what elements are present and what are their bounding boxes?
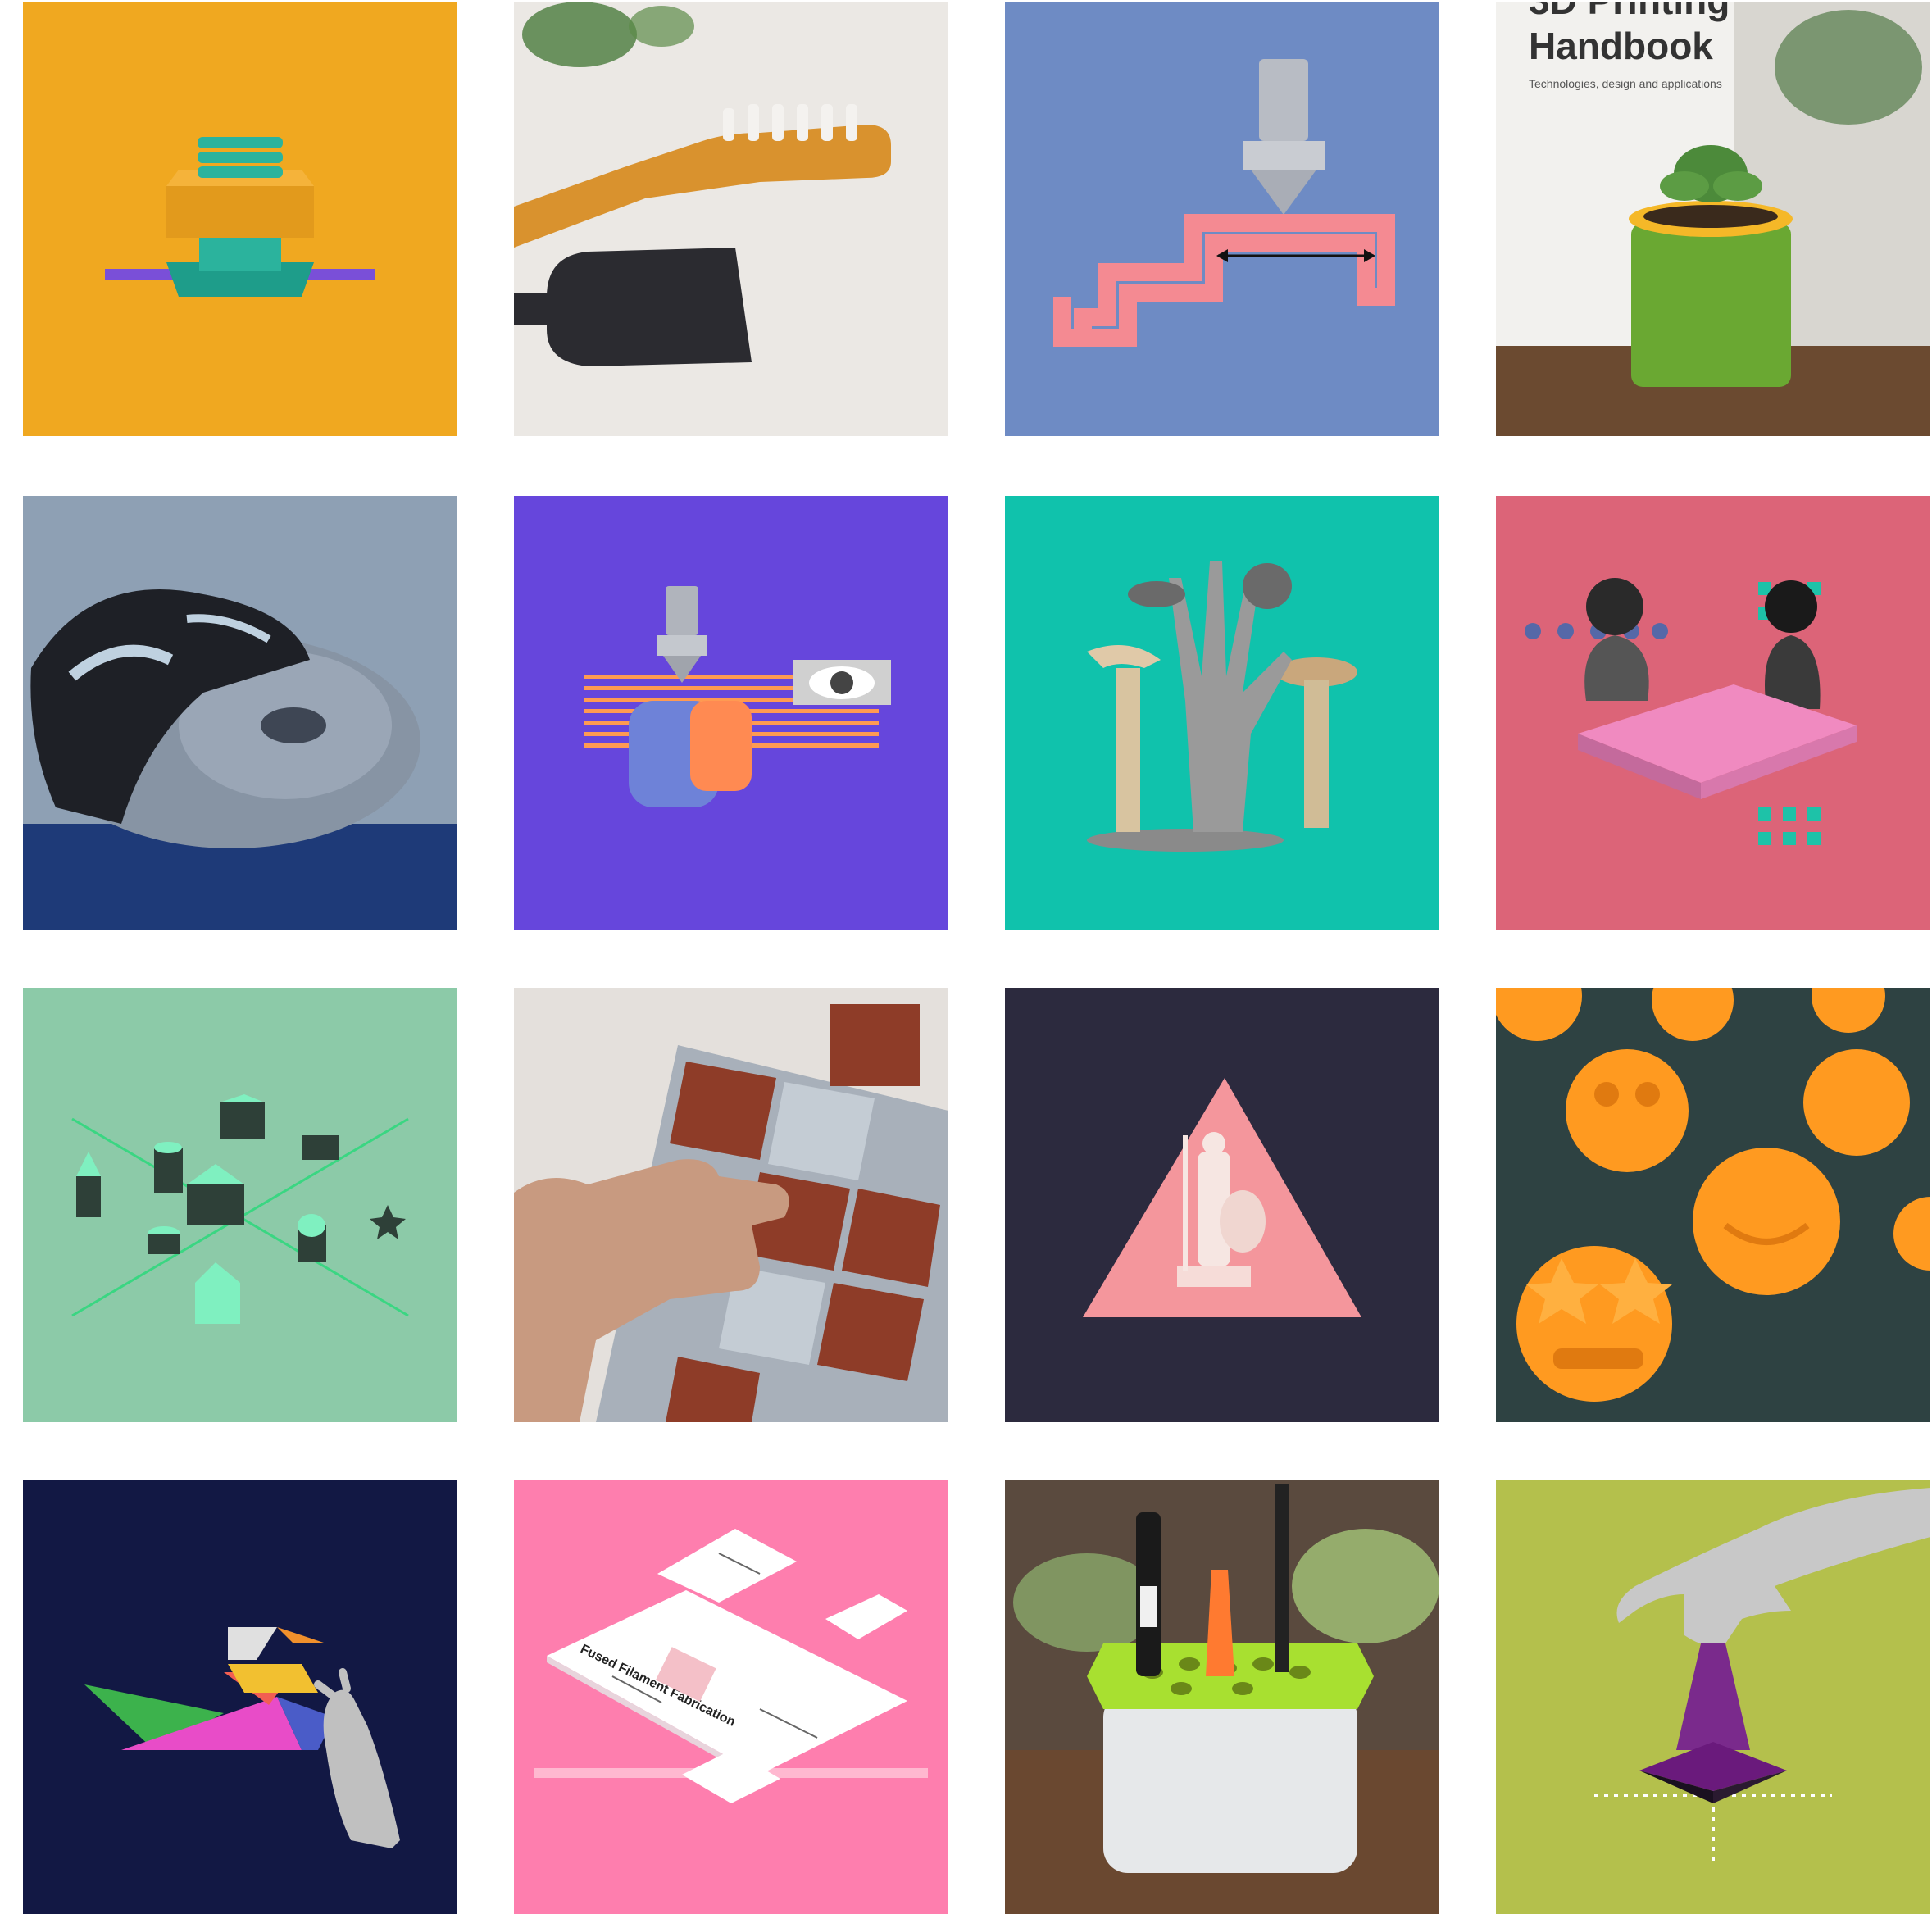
screw-nut-icon [23,2,457,436]
gallery-tile-9[interactable] [23,988,457,1422]
mouse-icon [23,496,457,930]
mushroom-hand-icon [1005,496,1439,930]
nozzle-eye-icon [514,496,948,930]
nozzle-stairs-icon [1005,2,1439,436]
tangram-bird-icon [23,1480,457,1914]
book-tagline: Technologies, design and applications [1529,77,1722,90]
triangle-statue-icon [1005,988,1439,1422]
gallery-tile-4[interactable]: 3D Printing Handbook Technologies, desig… [1496,2,1930,436]
gallery-tile-15[interactable] [1005,1480,1439,1914]
gallery-tile-10[interactable] [514,988,948,1422]
people-grid-icon [1496,496,1930,930]
geometric-shapes-icon [23,988,457,1422]
gallery-tile-7[interactable] [1005,496,1439,930]
gallery-tile-2[interactable] [514,2,948,436]
pen-holder-icon [1005,1480,1439,1914]
gallery-tile-8[interactable] [1496,496,1930,930]
gallery-tile-12[interactable] [1496,988,1930,1422]
emoji-coins-icon [1496,988,1930,1422]
gallery-tile-13[interactable] [23,1480,457,1914]
gallery-tile-6[interactable] [514,496,948,930]
book-planter-icon: 3D Printing Handbook Technologies, desig… [1496,2,1930,436]
toothbrush-icon [514,2,948,436]
document-cards-icon: Fused Filament Fabrication [514,1480,948,1914]
gallery-tile-11[interactable] [1005,988,1439,1422]
gallery-tile-14[interactable]: Fused Filament Fabrication [514,1480,948,1914]
tile-board-icon [514,988,948,1422]
gallery-tile-16[interactable] [1496,1480,1930,1914]
book-title: 3D Printing [1529,2,1730,22]
gallery-tile-3[interactable] [1005,2,1439,436]
book-subtitle: Handbook [1529,25,1713,67]
gallery-tile-5[interactable] [23,496,457,930]
spinning-top-icon [1496,1480,1930,1914]
gallery-tile-1[interactable] [23,2,457,436]
